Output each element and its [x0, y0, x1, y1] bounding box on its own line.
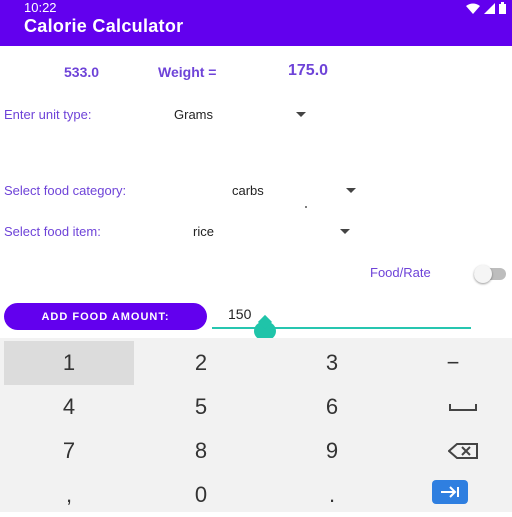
chevron-down-icon	[340, 229, 350, 234]
space-icon	[449, 404, 477, 411]
key-0[interactable]: 0	[136, 473, 266, 517]
key-enter[interactable]	[432, 480, 468, 504]
key-8[interactable]: 8	[136, 429, 266, 473]
food-category-value: carbs	[232, 183, 264, 198]
switch-thumb	[474, 265, 492, 283]
key-space[interactable]	[398, 385, 512, 429]
stray-dot	[305, 206, 307, 208]
food-rate-label: Food/Rate	[370, 265, 431, 280]
status-time: 10:22	[24, 0, 57, 15]
app-title: Calorie Calculator	[24, 16, 184, 36]
add-food-amount-button[interactable]: ADD FOOD AMOUNT:	[4, 303, 207, 330]
key-backspace[interactable]	[398, 429, 512, 473]
key-3[interactable]: 3	[267, 341, 397, 385]
signal-icon	[484, 2, 495, 14]
calories-value: 533.0	[64, 64, 100, 80]
key-period[interactable]: .	[267, 473, 397, 517]
weight-value: 175.0	[288, 62, 329, 79]
battery-icon	[499, 2, 506, 14]
key-1[interactable]: 1	[4, 341, 134, 385]
app-bar: Calorie Calculator	[0, 16, 512, 46]
status-icons	[466, 2, 506, 14]
wifi-icon	[466, 3, 480, 14]
key-comma[interactable]: ,	[4, 473, 134, 517]
unit-type-value: Grams	[174, 107, 213, 122]
key-6[interactable]: 6	[267, 385, 397, 429]
food-category-label: Select food category:	[4, 183, 127, 198]
food-item-label: Select food item:	[4, 224, 101, 239]
chevron-down-icon	[346, 188, 356, 193]
food-amount-underline	[212, 327, 471, 329]
key-minus[interactable]: −	[398, 341, 508, 385]
key-5[interactable]: 5	[136, 385, 266, 429]
food-amount-input[interactable]: 150	[228, 306, 251, 322]
key-2[interactable]: 2	[136, 341, 266, 385]
unit-type-label: Enter unit type:	[4, 107, 92, 122]
numeric-keyboard: 1 2 3 − 4 5 6 7 8 9 , 0 .	[0, 338, 512, 512]
weight-label: Weight =	[158, 64, 217, 80]
backspace-icon	[448, 443, 478, 459]
chevron-down-icon	[296, 112, 306, 117]
enter-arrow-icon	[441, 486, 459, 498]
key-7[interactable]: 7	[4, 429, 134, 473]
key-9[interactable]: 9	[267, 429, 397, 473]
food-item-value: rice	[193, 224, 214, 239]
key-4[interactable]: 4	[4, 385, 134, 429]
